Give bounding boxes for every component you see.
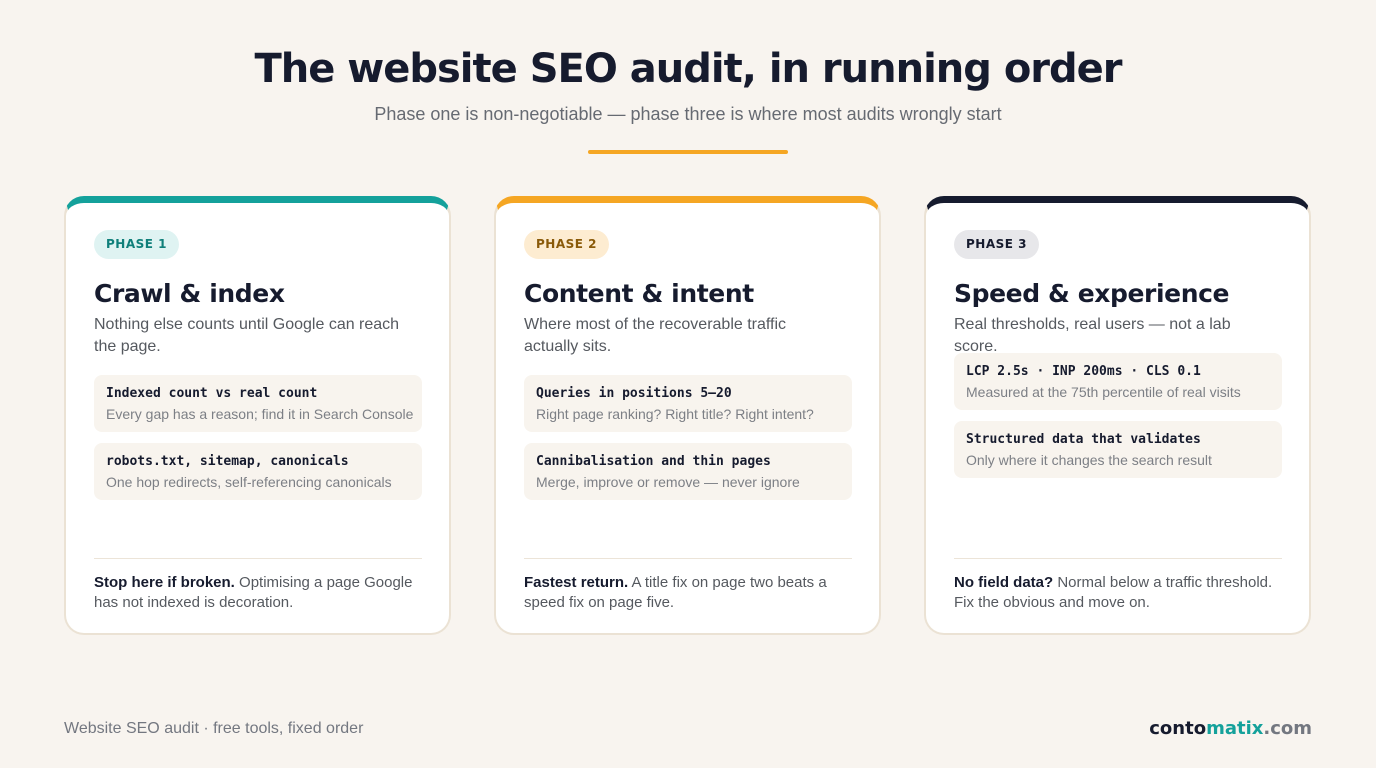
phase-note-bold: Fastest return. [524, 574, 629, 591]
checklist-item-subtitle: Right page ranking? Right title? Right i… [536, 406, 814, 422]
card-divider [954, 558, 1282, 559]
phase-badge: PHASE 2 [524, 230, 609, 259]
phase-note: No field data? Normal below a traffic th… [954, 573, 1284, 613]
phase-note: Fastest return. A title fix on page two … [524, 573, 854, 613]
checklist-item: Queries in positions 5–20 Right page ran… [524, 375, 852, 432]
phase-badge: PHASE 1 [94, 230, 179, 259]
checklist-item-subtitle: Only where it changes the search result [966, 452, 1212, 468]
checklist-item-subtitle: Merge, improve or remove — never ignore [536, 474, 800, 490]
phase-card-2: PHASE 2 Content & intent Where most of t… [494, 196, 881, 635]
card-divider [524, 558, 852, 559]
checklist-item-title: Queries in positions 5–20 [536, 386, 732, 401]
checklist-item-subtitle: One hop redirects, self-referencing cano… [106, 474, 392, 490]
checklist-item-subtitle: Measured at the 75th percentile of real … [966, 384, 1241, 400]
phase-card-1: PHASE 1 Crawl & index Nothing else count… [64, 196, 451, 635]
phase-note-bold: No field data? [954, 574, 1054, 591]
phase-description: Real thresholds, real users — not a lab … [954, 316, 1231, 355]
page-subtitle: Phase one is non-negotiable — phase thre… [374, 104, 1002, 124]
footer-caption: Website SEO audit · free tools, fixed or… [64, 720, 364, 737]
checklist-item-subtitle: Every gap has a reason; find it in Searc… [106, 406, 414, 422]
phase-title: Crawl & index [94, 279, 285, 308]
checklist-item-title: robots.txt, sitemap, canonicals [106, 454, 349, 469]
brand-part-2: matix [1206, 718, 1264, 739]
phase-title: Speed & experience [954, 279, 1230, 308]
checklist-item: Indexed count vs real count Every gap ha… [94, 375, 422, 432]
checklist-item-title: Indexed count vs real count [106, 386, 318, 401]
brand-part-1: conto [1149, 718, 1207, 739]
card-divider [94, 558, 422, 559]
checklist-item: Cannibalisation and thin pages Merge, im… [524, 443, 852, 500]
checklist-item-title: Cannibalisation and thin pages [536, 454, 771, 469]
phase-note: Stop here if broken. Optimising a page G… [94, 573, 424, 613]
phase-badge: PHASE 3 [954, 230, 1039, 259]
brand-part-3: .com [1263, 718, 1312, 739]
page-title: The website SEO audit, in running order [254, 46, 1122, 92]
checklist-item: Structured data that validates Only wher… [954, 421, 1282, 478]
phase-description: Nothing else counts until Google can rea… [94, 316, 400, 355]
phase-title: Content & intent [524, 279, 754, 308]
title-divider [588, 150, 788, 154]
checklist-item: LCP 2.5s · INP 200ms · CLS 0.1 Measured … [954, 353, 1282, 410]
checklist-item-title: Structured data that validates [966, 432, 1201, 447]
checklist-item: robots.txt, sitemap, canonicals One hop … [94, 443, 422, 500]
phase-note-bold: Stop here if broken. [94, 574, 235, 591]
checklist-item-title: LCP 2.5s · INP 200ms · CLS 0.1 [966, 364, 1201, 379]
phase-description: Where most of the recoverable traffic ac… [524, 316, 787, 355]
infographic-page: The website SEO audit, in running order … [0, 0, 1376, 768]
phase-card-3: PHASE 3 Speed & experience Real threshol… [924, 196, 1311, 635]
brand-logo: contomatix.com [1149, 718, 1312, 739]
